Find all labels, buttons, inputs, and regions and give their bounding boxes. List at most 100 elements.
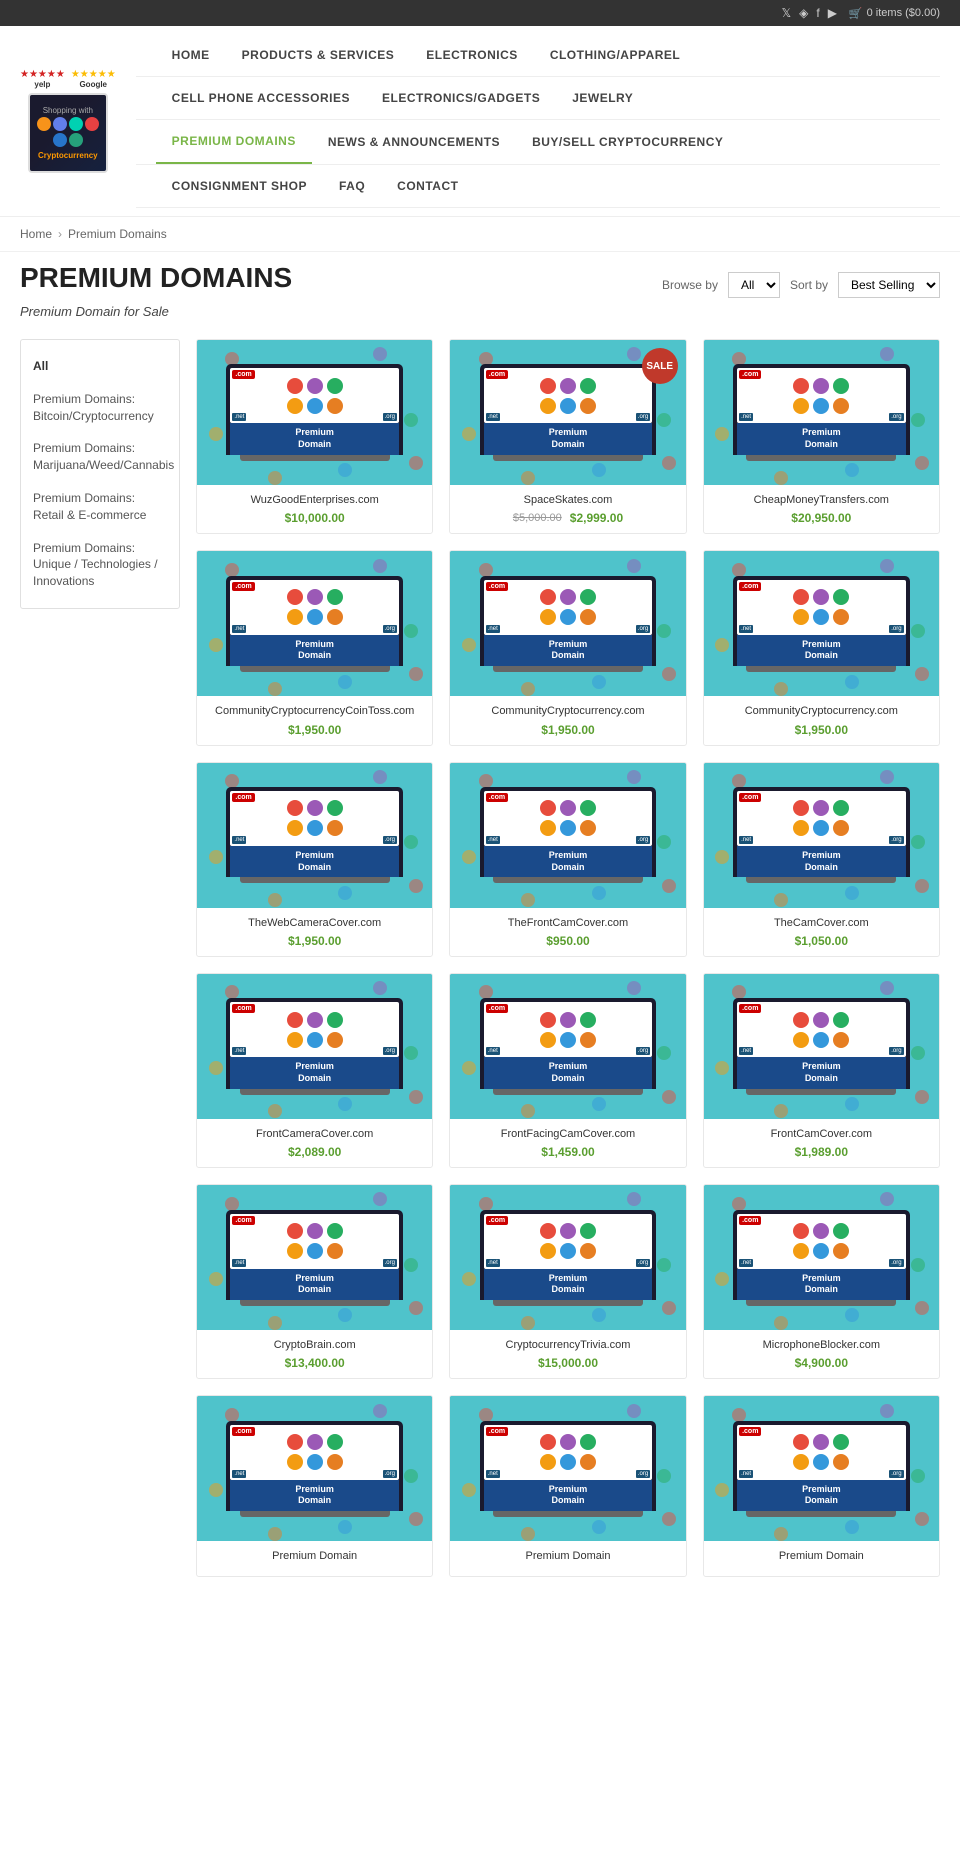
header: ★★★★★ yelp ★★★★★ Google Shopping with Cr… [0,26,960,217]
product-price: $1,459.00 [541,1145,594,1159]
product-card[interactable]: .com.net.orgPremium DomainCheapMoneyTran… [703,339,940,534]
product-price: $10,000.00 [285,511,345,525]
price-row: $20,950.00 [714,511,929,525]
youtube-icon[interactable]: ▶ [828,6,837,20]
price-row: $4,900.00 [714,1356,929,1370]
logo-area[interactable]: ★★★★★ yelp ★★★★★ Google Shopping with Cr… [20,69,116,173]
product-card[interactable]: .com.net.orgPremium DomainCommunityCrypt… [703,550,940,745]
product-card[interactable]: .com.net.orgPremium DomainPremium Domain [703,1395,940,1576]
breadcrumb-current: Premium Domains [68,227,167,241]
product-card[interactable]: .com.net.orgPremium DomainFrontFacingCam… [449,973,686,1168]
sort-by-select[interactable]: Best Selling [838,272,940,298]
product-info: MicrophoneBlocker.com $4,900.00 [704,1330,939,1378]
sidebar-item-marijuana[interactable]: Premium Domains: Marijuana/Weed/Cannabis [21,432,179,482]
product-name: FrontCamCover.com [714,1127,929,1141]
price-row: $10,000.00 [207,511,422,525]
yelp-stars: ★★★★★ [20,69,65,80]
nav-contact[interactable]: CONTACT [381,165,474,207]
nav-jewelry[interactable]: JEWELRY [556,77,649,119]
sidebar-item-retail[interactable]: Premium Domains: Retail & E-commerce [21,482,179,532]
product-info: CheapMoneyTransfers.com$20,950.00 [704,485,939,533]
product-name: TheCamCover.com [714,916,929,930]
sidebar-item-all[interactable]: All [21,350,179,383]
nav-premium-domains[interactable]: PREMIUM DOMAINS [156,120,312,164]
nav-electronics[interactable]: ELECTRONICS [410,34,534,76]
page-title: PREMIUM DOMAINS [20,262,292,294]
product-card[interactable]: .com.net.orgPremium DomainWuzGoodEnterpr… [196,339,433,534]
product-name: CommunityCryptocurrencyCoinToss.com [207,704,422,718]
nav-products[interactable]: PRODUCTS & SERVICES [226,34,411,76]
product-name: SpaceSkates.com [460,493,675,507]
product-card[interactable]: .com.net.orgPremium DomainTheCamCover.co… [703,762,940,957]
nav-faq[interactable]: FAQ [323,165,381,207]
product-card[interactable]: .com.net.orgPremium DomainTheWebCameraCo… [196,762,433,957]
product-name: Premium Domain [714,1549,929,1563]
product-card[interactable]: .com.net.orgPremium DomainCryptocurrency… [449,1184,686,1379]
product-info: FrontCameraCover.com$2,089.00 [197,1119,432,1167]
nav-row-3: PREMIUM DOMAINS NEWS & ANNOUNCEMENTS BUY… [136,120,940,165]
product-card[interactable]: .com.net.orgPremium DomainMicrophoneBloc… [703,1184,940,1379]
product-card[interactable]: SALE.com.net.orgPremium DomainSpaceSkate… [449,339,686,534]
product-name: CommunityCryptocurrency.com [460,704,675,718]
top-bar: 𝕏 ◈ f ▶ 🛒 0 items ($0.00) [0,0,960,26]
cart-count: 0 items ($0.00) [867,7,940,19]
product-card[interactable]: .com.net.orgPremium DomainCryptoBrain.co… [196,1184,433,1379]
product-card[interactable]: .com.net.orgPremium DomainFrontCameraCov… [196,973,433,1168]
instagram-icon[interactable]: ◈ [799,6,808,20]
yelp-label: yelp [34,80,50,89]
browse-by-label: Browse by [662,278,718,292]
product-card[interactable]: .com.net.orgPremium DomainPremium Domain [449,1395,686,1576]
twitter-icon[interactable]: 𝕏 [781,6,791,20]
product-info: TheWebCameraCover.com$1,950.00 [197,908,432,956]
reviews: ★★★★★ yelp ★★★★★ Google [20,69,116,89]
product-info: TheCamCover.com$1,050.00 [704,908,939,956]
price-row: $15,000.00 [460,1356,675,1370]
product-price: $1,950.00 [288,723,341,737]
product-price: $20,950.00 [791,511,851,525]
product-info: Premium Domain [450,1541,685,1575]
google-badge: ★★★★★ Google [71,69,116,89]
facebook-icon[interactable]: f [816,6,819,20]
google-label: Google [79,80,107,89]
product-name: CommunityCryptocurrency.com [714,704,929,718]
nav-electronics-gadgets[interactable]: ELECTRONICS/GADGETS [366,77,556,119]
product-card[interactable]: .com.net.orgPremium DomainPremium Domain [196,1395,433,1576]
nav-clothing[interactable]: CLOTHING/APPAREL [534,34,696,76]
category-subtitle: Premium Domain for Sale [0,298,960,329]
cart-area[interactable]: 🛒 0 items ($0.00) [849,7,940,20]
sale-badge: SALE [642,348,678,384]
nav-home[interactable]: HOME [156,34,226,76]
product-price: $1,950.00 [795,723,848,737]
product-info: SpaceSkates.com $5,000.00$2,999.00 [450,485,685,533]
logo-text-bottom: Cryptocurrency [38,151,98,160]
product-card[interactable]: .com.net.orgPremium DomainCommunityCrypt… [196,550,433,745]
price-row: $5,000.00$2,999.00 [460,511,675,525]
nav-news[interactable]: NEWS & ANNOUNCEMENTS [312,121,516,163]
product-info: WuzGoodEnterprises.com $10,000.00 [197,485,432,533]
sidebar-item-bitcoin[interactable]: Premium Domains: Bitcoin/Cryptocurrency [21,383,179,433]
product-card[interactable]: .com.net.orgPremium DomainCommunityCrypt… [449,550,686,745]
product-name: CryptoBrain.com [207,1338,422,1352]
product-price: $950.00 [546,934,589,948]
product-card[interactable]: .com.net.orgPremium DomainFrontCamCover.… [703,973,940,1168]
product-price: $4,900.00 [795,1356,848,1370]
product-card[interactable]: .com.net.orgPremium DomainTheFrontCamCov… [449,762,686,957]
browse-by-select[interactable]: All [728,272,780,298]
nav-buysell[interactable]: BUY/SELL CRYPTOCURRENCY [516,121,739,163]
product-info: CommunityCryptocurrency.com$1,950.00 [450,696,685,744]
nav-cell-phone[interactable]: CELL PHONE ACCESSORIES [156,77,366,119]
nav-consignment[interactable]: CONSIGNMENT SHOP [156,165,323,207]
product-name: Premium Domain [460,1549,675,1563]
main-nav: HOME PRODUCTS & SERVICES ELECTRONICS CLO… [136,34,940,208]
logo-image[interactable]: Shopping with Cryptocurrency [28,93,108,173]
breadcrumb-separator: › [58,227,62,241]
product-grid: .com.net.orgPremium DomainWuzGoodEnterpr… [196,339,940,1577]
sidebar-item-unique[interactable]: Premium Domains: Unique / Technologies /… [21,532,179,598]
breadcrumb-home[interactable]: Home [20,227,52,241]
product-name: WuzGoodEnterprises.com [207,493,422,507]
product-info: TheFrontCamCover.com$950.00 [450,908,685,956]
social-icons: 𝕏 ◈ f ▶ [781,6,836,20]
product-info: Premium Domain [197,1541,432,1575]
price-row: $2,089.00 [207,1145,422,1159]
product-name: MicrophoneBlocker.com [714,1338,929,1352]
